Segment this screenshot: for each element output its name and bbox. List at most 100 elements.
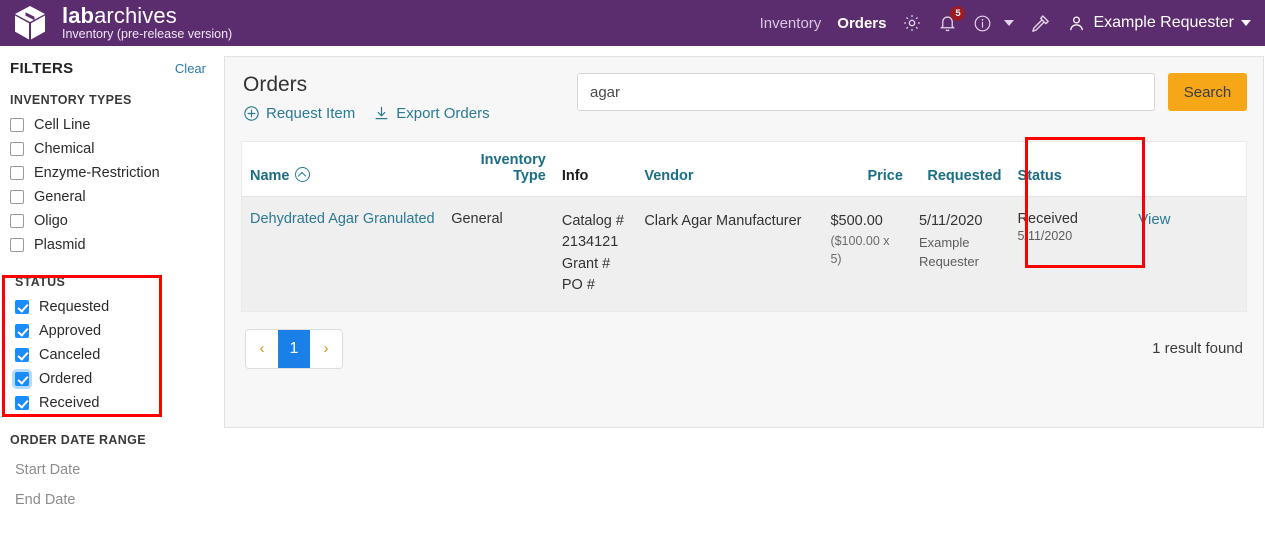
cell-inventory-type: General bbox=[443, 197, 554, 311]
info-po-label: PO # bbox=[562, 275, 628, 296]
chevron-down-icon bbox=[1004, 20, 1014, 26]
end-date-input[interactable]: End Date bbox=[10, 485, 224, 515]
orders-panel: Orders Request Item bbox=[224, 56, 1264, 428]
start-date-input[interactable]: Start Date bbox=[10, 455, 224, 485]
column-header-price[interactable]: Price bbox=[822, 142, 911, 197]
search-button[interactable]: Search bbox=[1168, 73, 1247, 111]
checkbox-oligo[interactable] bbox=[10, 214, 24, 228]
filter-item-general[interactable]: General bbox=[10, 185, 224, 209]
column-header-requested[interactable]: Requested bbox=[911, 142, 1010, 197]
checkbox-requested[interactable] bbox=[15, 300, 29, 314]
column-header-status[interactable]: Status bbox=[1010, 142, 1131, 197]
price-total: $500.00 bbox=[830, 211, 903, 232]
filters-header: FILTERS Clear bbox=[10, 60, 206, 77]
pagination-next[interactable]: › bbox=[310, 330, 342, 368]
filter-label: Enzyme-Restriction bbox=[34, 165, 160, 181]
cell-info: Catalog # 2134121 Grant # PO # bbox=[554, 197, 636, 311]
chevron-down-icon bbox=[1241, 20, 1251, 26]
cube-icon bbox=[10, 3, 50, 43]
checkbox-cell-line[interactable] bbox=[10, 118, 24, 132]
filter-item-chemical[interactable]: Chemical bbox=[10, 137, 224, 161]
brand-subtitle: Inventory (pre-release version) bbox=[62, 28, 232, 41]
checkbox-general[interactable] bbox=[10, 190, 24, 204]
brand-title-bold: lab bbox=[62, 3, 94, 28]
table-row[interactable]: Dehydrated Agar Granulated General Catal… bbox=[242, 197, 1246, 311]
request-item-label: Request Item bbox=[266, 105, 355, 122]
requested-by: Example Requester bbox=[919, 233, 1002, 272]
inventory-types-list: Cell Line Chemical Enzyme-Restriction Ge… bbox=[10, 113, 224, 257]
pagination-prev[interactable]: ‹ bbox=[246, 330, 278, 368]
view-link[interactable]: View bbox=[1138, 211, 1170, 228]
column-header-vendor[interactable]: Vendor bbox=[636, 142, 822, 197]
info-circle-icon[interactable] bbox=[973, 14, 1014, 33]
status-heading: STATUS bbox=[15, 275, 224, 289]
brand-logo[interactable]: labarchives Inventory (pre-release versi… bbox=[10, 3, 232, 43]
filter-item-requested[interactable]: Requested bbox=[15, 295, 224, 319]
user-name: Example Requester bbox=[1093, 14, 1234, 32]
user-menu[interactable]: Example Requester bbox=[1067, 14, 1251, 33]
cell-requested: 5/11/2020 Example Requester bbox=[911, 197, 1010, 311]
checkbox-ordered[interactable] bbox=[15, 372, 29, 386]
gear-icon[interactable] bbox=[902, 13, 922, 33]
filter-label: Canceled bbox=[39, 347, 100, 363]
checkbox-enzyme-restriction[interactable] bbox=[10, 166, 24, 180]
page-body: FILTERS Clear INVENTORY TYPES Cell Line … bbox=[0, 46, 1265, 540]
info-catalog-value: 2134121 bbox=[562, 232, 628, 253]
request-item-button[interactable]: Request Item bbox=[243, 105, 355, 122]
brand-title: labarchives bbox=[62, 4, 232, 27]
checkbox-plasmid[interactable] bbox=[10, 238, 24, 252]
page-title: Orders bbox=[243, 73, 577, 97]
plus-circle-icon bbox=[243, 105, 260, 122]
checkbox-canceled[interactable] bbox=[15, 348, 29, 362]
filter-item-ordered[interactable]: Ordered bbox=[15, 367, 224, 391]
result-count: 1 result found bbox=[1152, 340, 1243, 357]
filter-item-received[interactable]: Received bbox=[15, 391, 224, 415]
notification-badge: 5 bbox=[950, 6, 965, 21]
price-breakdown: ($100.00 x 5) bbox=[830, 232, 903, 268]
table-header-row: Name Inventory Type Info Vendor Price Re… bbox=[242, 142, 1246, 197]
order-name-link[interactable]: Dehydrated Agar Granulated bbox=[250, 211, 435, 227]
header-nav: Inventory Orders 5 bbox=[760, 0, 1251, 46]
cell-status: Received 5/11/2020 bbox=[1010, 197, 1131, 311]
filter-item-plasmid[interactable]: Plasmid bbox=[10, 233, 224, 257]
pagination-page-1[interactable]: 1 bbox=[278, 330, 310, 368]
nav-inventory[interactable]: Inventory bbox=[760, 15, 822, 32]
download-icon bbox=[373, 105, 390, 122]
order-date-range-heading: ORDER DATE RANGE bbox=[10, 433, 224, 447]
filter-item-canceled[interactable]: Canceled bbox=[15, 343, 224, 367]
export-orders-button[interactable]: Export Orders bbox=[373, 105, 489, 122]
column-header-view bbox=[1130, 142, 1246, 197]
search-input[interactable] bbox=[577, 73, 1155, 111]
pagination: ‹ 1 › bbox=[245, 329, 343, 369]
inventory-types-heading: INVENTORY TYPES bbox=[10, 93, 224, 107]
main-content: Orders Request Item bbox=[224, 46, 1265, 540]
export-orders-label: Export Orders bbox=[396, 105, 489, 122]
brand-title-light: archives bbox=[94, 3, 177, 28]
info-grant-label: Grant # bbox=[562, 254, 628, 275]
hammer-icon[interactable] bbox=[1030, 13, 1051, 34]
nav-orders[interactable]: Orders bbox=[837, 15, 886, 32]
cell-vendor: Clark Agar Manufacturer bbox=[636, 197, 822, 311]
filter-label: Received bbox=[39, 395, 99, 411]
filter-item-oligo[interactable]: Oligo bbox=[10, 209, 224, 233]
app-header: labarchives Inventory (pre-release versi… bbox=[0, 0, 1265, 46]
filter-item-enzyme-restriction[interactable]: Enzyme-Restriction bbox=[10, 161, 224, 185]
chevron-up-circle-icon[interactable] bbox=[295, 167, 310, 182]
checkbox-received[interactable] bbox=[15, 396, 29, 410]
filter-item-approved[interactable]: Approved bbox=[15, 319, 224, 343]
panel-heading-area: Orders Request Item bbox=[241, 73, 577, 122]
user-icon bbox=[1067, 14, 1086, 33]
checkbox-chemical[interactable] bbox=[10, 142, 24, 156]
filter-label: Approved bbox=[39, 323, 101, 339]
clear-filters-link[interactable]: Clear bbox=[175, 61, 206, 76]
filter-item-cell-line[interactable]: Cell Line bbox=[10, 113, 224, 137]
table-footer: ‹ 1 › 1 result found bbox=[241, 329, 1247, 369]
cell-name: Dehydrated Agar Granulated bbox=[242, 197, 443, 311]
filter-label: General bbox=[34, 189, 86, 205]
cell-price: $500.00 ($100.00 x 5) bbox=[822, 197, 911, 311]
column-header-inventory-type[interactable]: Inventory Type bbox=[443, 142, 554, 197]
column-header-name[interactable]: Name bbox=[242, 142, 443, 197]
checkbox-approved[interactable] bbox=[15, 324, 29, 338]
bell-icon[interactable]: 5 bbox=[938, 13, 957, 33]
filter-label: Oligo bbox=[34, 213, 68, 229]
